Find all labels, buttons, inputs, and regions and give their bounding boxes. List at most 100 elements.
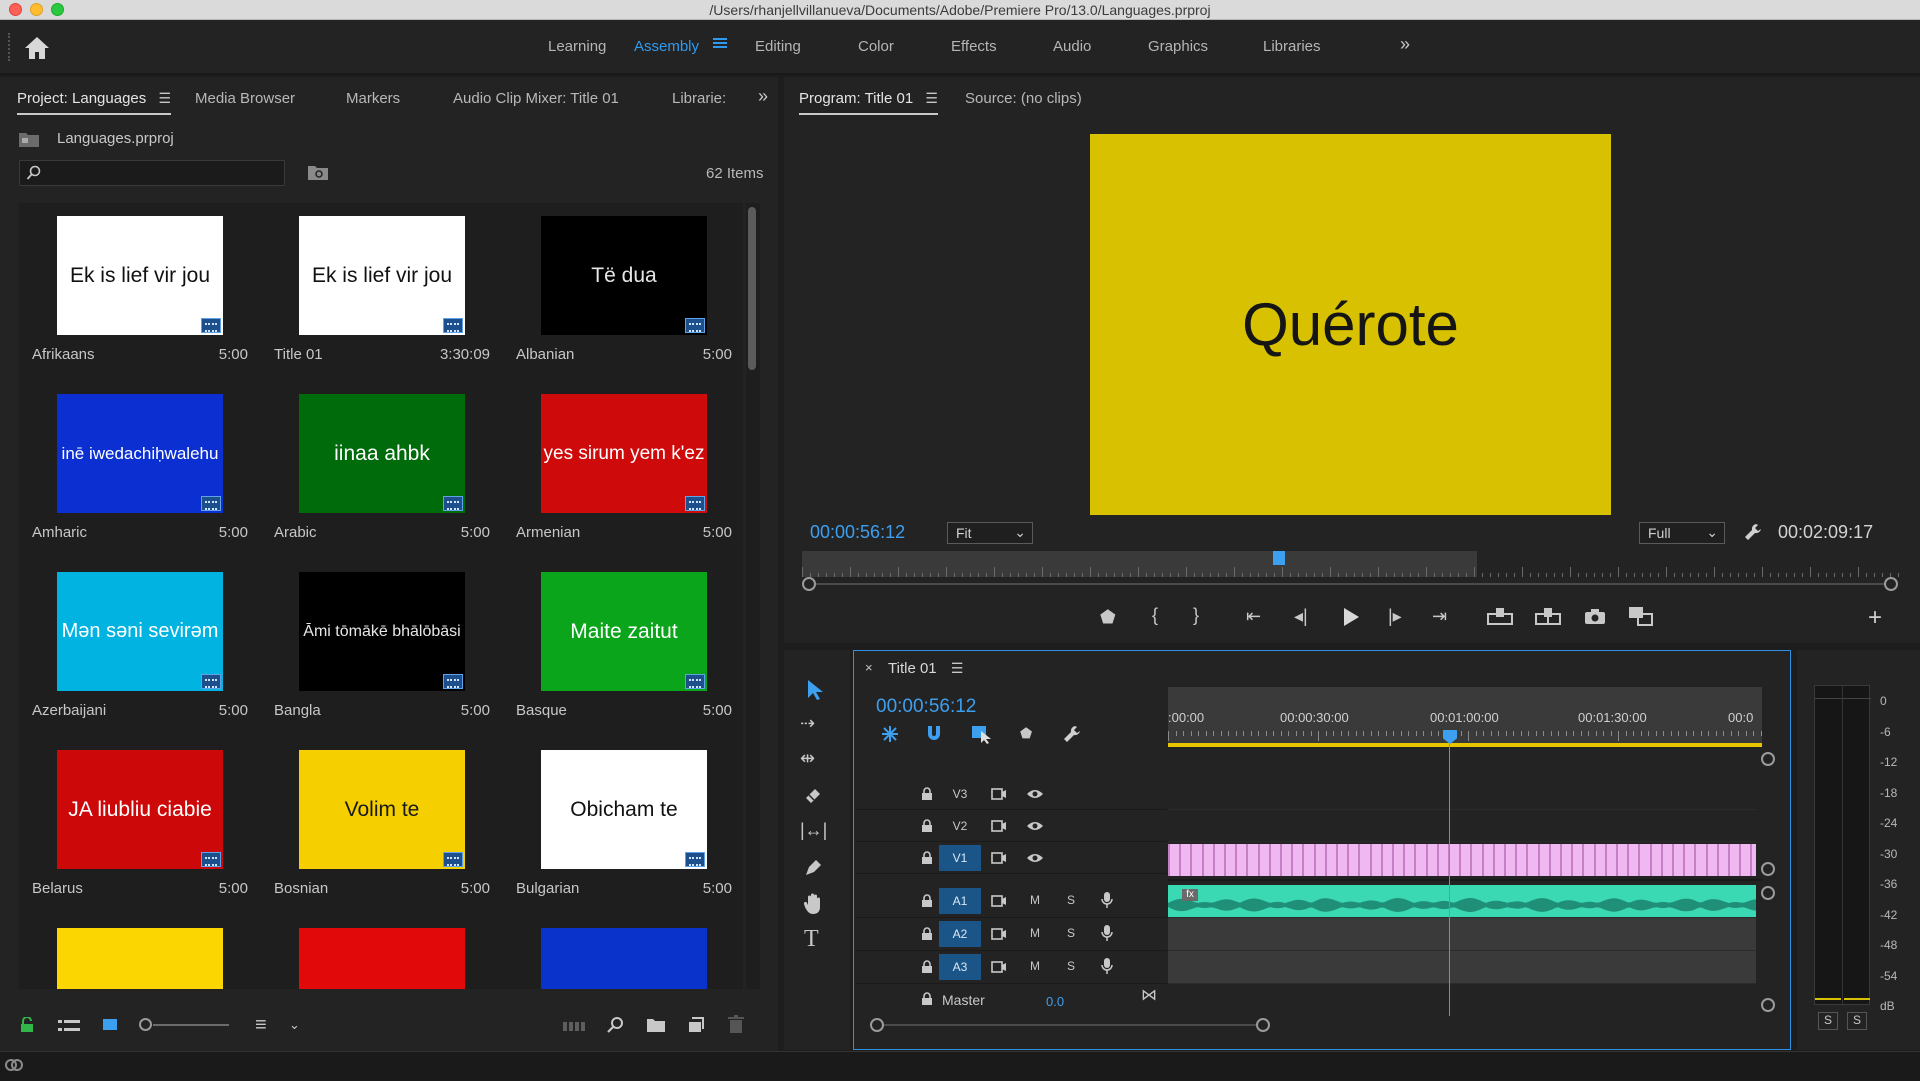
audio-clip-a1[interactable]: fx [1168, 885, 1756, 917]
tab-libraries[interactable]: Librarie: [672, 90, 728, 107]
timeline-ruler[interactable]: :00:00 00:00:30:00 00:01:00:00 00:01:30:00 0… [1168, 687, 1762, 747]
track-lane-v2[interactable] [1168, 810, 1756, 842]
tab-audio-clip-mixer[interactable]: Audio Clip Mixer: Title 01 [453, 90, 619, 107]
solo-track-button[interactable]: S [1067, 959, 1075, 973]
toggle-sync-lock-icon[interactable] [991, 819, 1007, 833]
solo-left-button[interactable]: S [1818, 1012, 1838, 1030]
creative-cloud-icon[interactable] [4, 1057, 24, 1073]
find-in-bin-icon[interactable] [307, 163, 329, 181]
track-target-v1[interactable]: V1 [939, 845, 981, 871]
comparison-view-icon[interactable] [1628, 606, 1654, 626]
step-back-icon[interactable]: ◂| [1294, 606, 1308, 627]
playback-quality-select[interactable]: Full ⌄ [1639, 522, 1725, 544]
program-zoom-bar[interactable] [802, 577, 1898, 591]
track-lock-icon[interactable] [921, 851, 933, 865]
workspace-tab-color[interactable]: Color [858, 38, 894, 55]
track-select-tool-icon[interactable]: ⇢ [800, 713, 815, 734]
project-item[interactable]: iinaa ahbk Arabic 5:00 [261, 381, 503, 559]
scroll-start-handle[interactable] [870, 1018, 884, 1032]
project-item-thumbnail[interactable]: yes sirum yem k'ez [541, 394, 707, 513]
go-to-master-icon[interactable]: ⋈ [1141, 985, 1157, 1005]
track-lock-icon[interactable] [921, 819, 933, 833]
project-item[interactable]: yes sirum yem k'ez Armenian 5:00 [503, 381, 743, 559]
double-chevron-right-icon[interactable]: » [1400, 34, 1410, 55]
icon-view-icon[interactable] [102, 1018, 118, 1033]
track-target-v3[interactable]: V3 [939, 781, 981, 807]
project-scrollbar[interactable] [746, 203, 760, 989]
mute-track-button[interactable]: M [1030, 959, 1040, 973]
workspace-tab-libraries[interactable]: Libraries [1263, 38, 1321, 55]
eye-icon[interactable] [1026, 852, 1044, 864]
wrench-icon[interactable] [1743, 522, 1763, 542]
timeline-vertical-scroll[interactable] [1761, 752, 1775, 1012]
solo-track-button[interactable]: S [1067, 926, 1075, 940]
workspace-tab-effects[interactable]: Effects [951, 38, 997, 55]
eye-icon[interactable] [1026, 788, 1044, 800]
vscroll-mid-handle[interactable] [1761, 862, 1775, 876]
program-playhead[interactable] [1273, 551, 1286, 565]
project-item[interactable]: Ek is lief vir jou Afrikaans 5:00 [19, 203, 261, 381]
find-icon[interactable] [606, 1016, 624, 1034]
scroll-end-handle[interactable] [1256, 1018, 1270, 1032]
thumbnail-size-slider[interactable] [139, 1018, 229, 1032]
track-lane-a2[interactable] [1168, 918, 1756, 951]
new-bin-icon[interactable] [646, 1017, 666, 1033]
project-item-thumbnail[interactable]: Mən səni sevirəm [57, 572, 223, 691]
toggle-sync-lock-icon[interactable] [991, 851, 1007, 865]
work-area-bar[interactable] [1168, 743, 1762, 747]
project-item[interactable]: JA liubliu ciabie Belarus 5:00 [19, 737, 261, 915]
vscroll-audio-handle[interactable] [1761, 886, 1775, 900]
video-clip-v1[interactable] [1168, 844, 1756, 876]
chevron-down-icon[interactable]: ⌄ [289, 1017, 300, 1033]
insert-overwrite-nest-icon[interactable] [880, 725, 900, 743]
project-item[interactable]: Të dua Albanian 5:00 [503, 203, 743, 381]
project-item[interactable]: Mən səni sevirəm Azerbaijani 5:00 [19, 559, 261, 737]
zoom-bar-start-handle[interactable] [802, 577, 816, 591]
vscroll-top-handle[interactable] [1761, 752, 1775, 766]
search-input[interactable] [19, 160, 285, 186]
timeline-current-timecode[interactable]: 00:00:56:12 [876, 696, 976, 718]
thumbnail-size-slider-handle[interactable] [139, 1018, 152, 1031]
project-item-thumbnail[interactable]: Maite zaitut [541, 572, 707, 691]
project-item[interactable]: Āmi tōmākē bhālōbāsi Bangla 5:00 [261, 559, 503, 737]
automate-to-sequence-icon[interactable] [563, 1020, 585, 1032]
project-item[interactable]: Maite zaitut Basque 5:00 [503, 559, 743, 737]
track-lock-icon[interactable] [921, 894, 933, 908]
add-marker-icon[interactable]: ⬟ [1100, 607, 1116, 628]
lift-icon[interactable] [1487, 607, 1513, 625]
microphone-icon[interactable] [1101, 924, 1113, 942]
toggle-sync-lock-icon[interactable] [991, 787, 1007, 801]
track-lock-icon[interactable] [921, 787, 933, 801]
project-scrollbar-thumb[interactable] [748, 207, 756, 370]
panel-menu-icon[interactable]: ☰ [158, 90, 171, 106]
zoom-select[interactable]: Fit ⌄ [947, 522, 1033, 544]
close-sequence-icon[interactable]: × [865, 660, 873, 675]
toggle-sync-lock-icon[interactable] [991, 960, 1007, 974]
mark-in-icon[interactable]: { [1152, 605, 1158, 626]
track-target-a3[interactable]: A3 [939, 954, 981, 980]
project-item[interactable]: T'estimo [261, 915, 503, 989]
track-target-a2[interactable]: A2 [939, 921, 981, 947]
ripple-edit-tool-icon[interactable]: ⇹ [800, 748, 815, 769]
eye-icon[interactable] [1026, 820, 1044, 832]
hand-tool-icon[interactable] [803, 893, 823, 915]
project-item-thumbnail[interactable]: Ek is lief vir jou [57, 216, 223, 335]
project-item-thumbnail[interactable]: Volim te [299, 750, 465, 869]
program-current-timecode[interactable]: 00:00:56:12 [810, 522, 905, 543]
track-lane-v3[interactable] [1168, 778, 1756, 810]
project-item[interactable]: inē iwedachiḥwalehu Amharic 5:00 [19, 381, 261, 559]
zoom-bar-end-handle[interactable] [1884, 577, 1898, 591]
tab-program[interactable]: Program: Title 01 ☰ [799, 90, 938, 115]
workspace-tab-audio[interactable]: Audio [1053, 38, 1091, 55]
track-target-a1[interactable]: A1 [939, 888, 981, 914]
new-item-icon[interactable] [687, 1016, 705, 1034]
toggle-sync-lock-icon[interactable] [991, 894, 1007, 908]
microphone-icon[interactable] [1101, 891, 1113, 909]
mute-track-button[interactable]: M [1030, 926, 1040, 940]
lock-icon[interactable] [20, 1017, 34, 1033]
project-item[interactable]: ngarsai sainthoet kohkyit [19, 915, 261, 989]
mute-track-button[interactable]: M [1030, 893, 1040, 907]
toggle-sync-lock-icon[interactable] [991, 927, 1007, 941]
mark-out-icon[interactable]: } [1193, 605, 1199, 626]
timeline-settings-wrench-icon[interactable] [1062, 724, 1082, 744]
